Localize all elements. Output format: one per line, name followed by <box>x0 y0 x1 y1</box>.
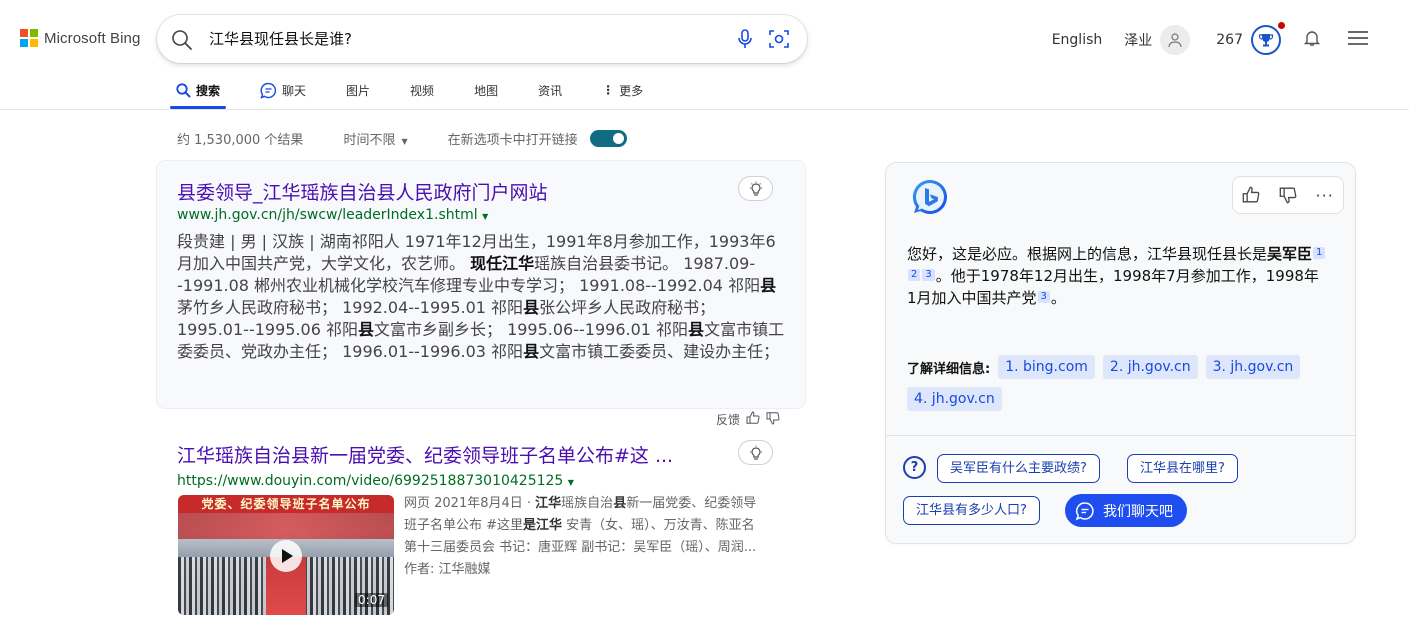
search-result: 县委领导_江华瑶族自治县人民政府门户网站 www.jh.gov.cn/jh/sw… <box>157 161 805 408</box>
result-title-link[interactable]: 江华瑶族自治县新一届党委、纪委领导班子名单公布#这 ... <box>177 441 673 468</box>
tabs-divider <box>0 109 1409 110</box>
lightbulb-icon[interactable] <box>738 176 773 201</box>
result-url-text: https://www.douyin.com/video/69925188730… <box>177 473 564 489</box>
tab-videos[interactable]: 视频 <box>404 72 440 108</box>
learn-more-label: 了解详细信息: <box>907 361 991 377</box>
answer-highlight: 吴军臣 <box>1267 245 1313 263</box>
result-url-text: www.jh.gov.cn/jh/swcw/leaderIndex1.shtml <box>177 207 478 223</box>
result-snippet: 网页 2021年8月4日 · 江华瑶族自治县新一届党委、纪委领导 班子名单公布 … <box>404 493 789 581</box>
source-link[interactable]: 4. jh.gov.cn <box>907 387 1002 411</box>
suggestion-chip[interactable]: 吴军臣有什么主要政绩? <box>937 454 1100 483</box>
tab-chat[interactable]: 聊天 <box>254 72 312 108</box>
panel-divider <box>886 435 1355 436</box>
caret-down-icon: ▼ <box>401 137 408 146</box>
new-tab-toggle[interactable] <box>589 130 627 147</box>
chat-icon <box>1075 501 1094 520</box>
user-icon <box>1168 33 1182 48</box>
bing-logo[interactable]: Microsoft Bing <box>20 29 140 47</box>
rewards-trophy-icon[interactable] <box>1251 22 1285 55</box>
citation-3[interactable]: 3 <box>922 269 935 281</box>
tab-maps[interactable]: 地图 <box>468 72 504 108</box>
copilot-answer-panel: ··· 您好，这是必应。根据网上的信息，江华县现任县长是吴军臣 12 3 。他于197… <box>886 163 1355 543</box>
suggestion-chip[interactable]: 江华县有多少人口? <box>903 496 1040 525</box>
copilot-logo-icon <box>910 177 950 217</box>
chat-icon <box>260 82 277 99</box>
result-author: 作者: 江华融媒 <box>404 562 491 577</box>
copilot-answer-text: 您好，这是必应。根据网上的信息，江华县现任县长是吴军臣 12 3 。他于1978年12… <box>907 243 1327 309</box>
snippet-line: 班子名单公布 #这里是江华 安青（女、瑶）、万汝青、陈亚名 <box>404 518 755 533</box>
caret-down-icon[interactable]: ▼ <box>482 212 488 221</box>
result-url[interactable]: www.jh.gov.cn/jh/swcw/leaderIndex1.shtml… <box>177 207 488 223</box>
search-box[interactable]: 江华县现任县长是谁? <box>157 15 807 63</box>
tab-images[interactable]: 图片 <box>340 72 376 108</box>
citation-1[interactable]: 1 <box>1313 247 1326 259</box>
tab-label: 图片 <box>346 83 371 98</box>
avatar[interactable] <box>1160 25 1191 55</box>
tab-more[interactable]: ⋮ 更多 <box>596 72 649 108</box>
tab-label: 视频 <box>410 83 435 98</box>
more-options-icon[interactable]: ··· <box>1306 177 1343 213</box>
snippet-line: 网页 2021年8月4日 · 江华瑶族自治县新一届党委、纪委领导 <box>404 496 757 511</box>
video-thumbnail[interactable]: 党委、纪委领导班子名单公布 0:07 <box>178 495 394 615</box>
microsoft-logo-icon <box>20 29 38 47</box>
result-count: 约 1,530,000 个结果 <box>177 133 304 148</box>
search-tabs: 搜索 聊天 图片 视频 地图 资讯 ⋮ 更多 <box>170 72 677 109</box>
tab-label: 资讯 <box>538 83 563 98</box>
answer-feedback-actions: ··· <box>1233 177 1343 213</box>
answer-text: 。他于1978年12月出生，1998年7月参加工作，1998年1月加入中国共产党 <box>907 267 1319 307</box>
question-icon: ? <box>903 456 926 479</box>
language-switch[interactable]: English <box>1052 32 1103 48</box>
new-tab-label: 在新选项卡中打开链接 <box>447 133 578 148</box>
feedback-row: 反馈 <box>716 411 780 428</box>
suggestion-chip[interactable]: 江华县在哪里? <box>1127 454 1238 483</box>
citation-3[interactable]: 3 <box>1037 291 1050 303</box>
thumbs-down-icon[interactable] <box>766 411 780 428</box>
result-url[interactable]: https://www.douyin.com/video/69925188730… <box>177 473 574 489</box>
learn-more-sources: 了解详细信息: 1. bing.com 2. jh.gov.cn 3. jh.g… <box>907 355 1347 419</box>
thumbs-up-icon[interactable] <box>746 411 760 428</box>
answer-text: 您好，这是必应。根据网上的信息，江华县现任县长是 <box>907 245 1268 263</box>
tab-label: 聊天 <box>282 83 307 98</box>
video-duration: 0:07 <box>355 593 388 607</box>
search-icon[interactable] <box>171 29 193 55</box>
start-chat-label: 我们聊天吧 <box>1103 503 1173 520</box>
result-title-link[interactable]: 县委领导_江华瑶族自治县人民政府门户网站 <box>177 178 548 205</box>
caret-down-icon[interactable]: ▼ <box>568 478 574 487</box>
tab-label: 地图 <box>474 83 499 98</box>
time-filter-dropdown[interactable]: 时间不限 ▼ <box>343 129 407 148</box>
tab-news[interactable]: 资讯 <box>532 72 568 108</box>
bell-icon[interactable] <box>1303 29 1321 51</box>
source-link[interactable]: 1. bing.com <box>998 355 1095 379</box>
start-chat-button[interactable]: 我们聊天吧 <box>1065 494 1187 527</box>
result-snippet: 段贵建 | 男 | 汉族 | 湖南祁阳人 1971年12月出生，1991年8月参… <box>177 232 785 361</box>
search-input[interactable]: 江华县现任县长是谁? <box>209 28 352 49</box>
microphone-icon[interactable] <box>734 28 756 54</box>
hamburger-menu-icon[interactable] <box>1347 30 1369 50</box>
user-name[interactable]: 泽业 <box>1124 30 1152 50</box>
thumbs-down-icon[interactable] <box>1270 177 1307 213</box>
thumbs-up-icon[interactable] <box>1233 177 1270 213</box>
source-link[interactable]: 2. jh.gov.cn <box>1102 355 1198 379</box>
tab-label: 更多 <box>619 83 644 98</box>
thumbnail-caption: 党委、纪委领导班子名单公布 <box>178 495 394 513</box>
more-vertical-icon: ⋮ <box>602 83 615 97</box>
rewards-points[interactable]: 267 <box>1216 32 1243 48</box>
search-icon <box>176 82 191 97</box>
time-filter-label: 时间不限 <box>343 133 396 148</box>
brand-name: Microsoft Bing <box>44 29 141 47</box>
notification-dot <box>1278 22 1285 29</box>
tab-search[interactable]: 搜索 <box>170 72 227 109</box>
citation-2[interactable]: 2 <box>908 269 921 281</box>
snippet-line: 第十三届委员会 书记：唐亚辉 副书记：吴军臣（瑶）、周润... <box>404 540 757 555</box>
tab-label: 搜索 <box>196 83 221 98</box>
visual-search-icon[interactable] <box>768 28 790 54</box>
feedback-label[interactable]: 反馈 <box>716 411 740 428</box>
answer-text: 。 <box>1050 289 1066 307</box>
play-icon[interactable] <box>270 540 302 572</box>
filter-bar: 约 1,530,000 个结果 时间不限 ▼ 在新选项卡中打开链接 <box>177 129 627 148</box>
lightbulb-icon[interactable] <box>738 440 773 465</box>
source-link[interactable]: 3. jh.gov.cn <box>1205 355 1301 379</box>
